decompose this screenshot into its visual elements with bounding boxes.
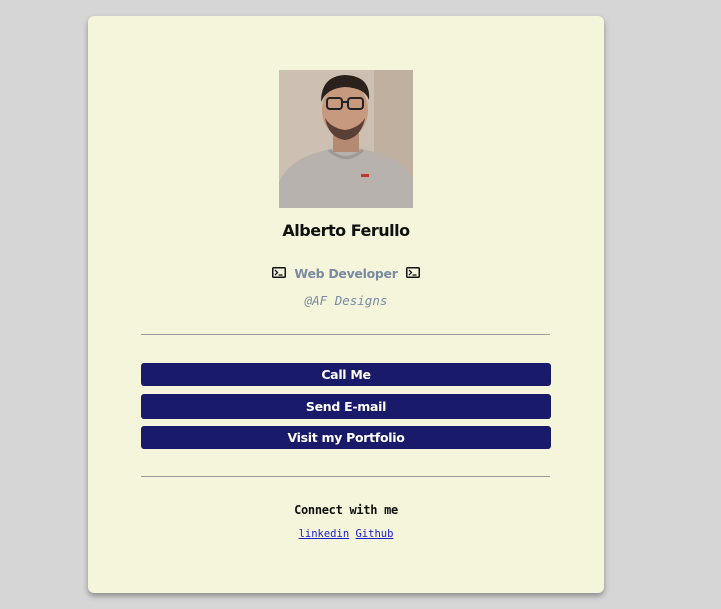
profile-role: Web Developer bbox=[294, 266, 398, 281]
profile-photo bbox=[279, 70, 413, 208]
profile-card: Alberto Ferullo Web Developer @AF Design… bbox=[88, 16, 604, 593]
profile-photo-image bbox=[279, 70, 413, 208]
divider-bottom bbox=[141, 476, 550, 477]
visit-portfolio-button[interactable]: Visit my Portfolio bbox=[141, 426, 551, 449]
github-link[interactable]: Github bbox=[355, 528, 393, 540]
call-me-button[interactable]: Call Me bbox=[141, 363, 551, 386]
linkedin-link[interactable]: linkedin bbox=[299, 528, 350, 540]
profile-company: @AF Designs bbox=[304, 293, 388, 308]
profile-role-line: Web Developer bbox=[88, 266, 604, 282]
terminal-icon bbox=[405, 266, 420, 281]
connect-heading: Connect with me bbox=[294, 503, 398, 517]
profile-name: Alberto Ferullo bbox=[282, 221, 410, 240]
social-links: linkedin Github bbox=[88, 528, 604, 540]
terminal-icon bbox=[272, 266, 287, 281]
divider-top bbox=[141, 334, 550, 335]
send-email-button[interactable]: Send E-mail bbox=[141, 394, 551, 419]
